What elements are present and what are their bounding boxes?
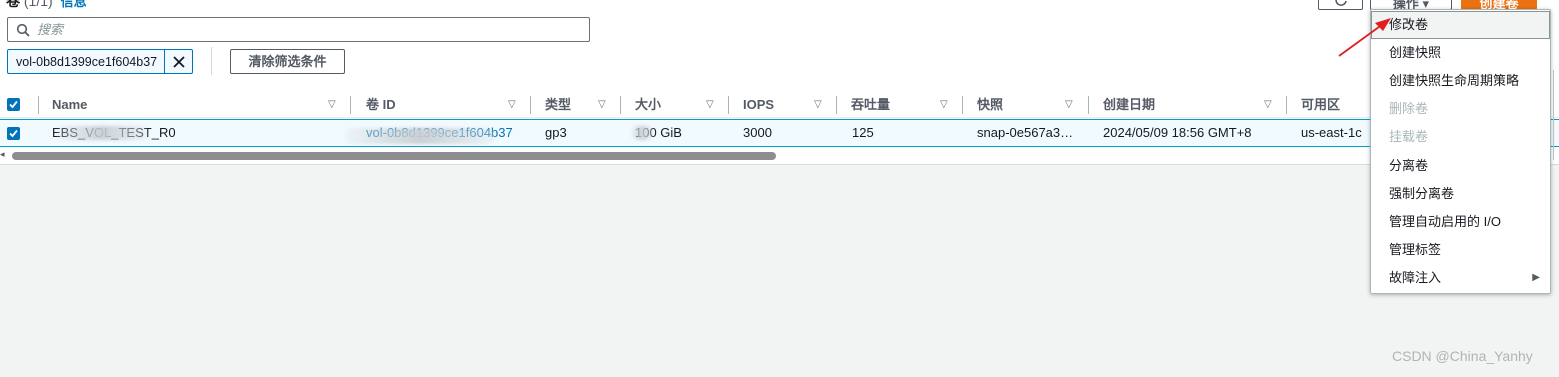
filter-divider	[211, 47, 212, 75]
column-separator	[1088, 96, 1089, 114]
sort-icon[interactable]: ▽	[1264, 92, 1272, 118]
column-separator	[350, 96, 351, 114]
filter-token-text: vol-0b8d1399ce1f604b37	[16, 54, 158, 69]
menu-item-label: 故障注入	[1389, 270, 1442, 285]
column-separator	[836, 96, 837, 114]
menu-item-create-snapshot-lifecycle-policy[interactable]: 创建快照生命周期策略	[1371, 67, 1550, 95]
table-header: Name ▽ 卷 ID ▽ 类型 ▽ 大小 ▽ IOPS ▽ 吞吐量 ▽ 快照 …	[0, 92, 1559, 118]
menu-item-attach-volume: 挂载卷	[1389, 129, 1429, 144]
sort-icon[interactable]: ▽	[940, 92, 948, 118]
refresh-icon	[1334, 0, 1347, 6]
menu-item-detach-volume[interactable]: 分离卷	[1371, 152, 1550, 180]
column-header-iops[interactable]: IOPS	[743, 92, 774, 118]
filter-token: vol-0b8d1399ce1f604b37	[7, 49, 193, 74]
column-header-throughput[interactable]: 吞吐量	[851, 92, 890, 118]
close-icon	[172, 55, 185, 68]
clear-filters-button[interactable]: 清除筛选条件	[230, 49, 345, 74]
info-link[interactable]: 信息	[61, 0, 87, 9]
horizontal-scrollbar[interactable]: ◂	[0, 149, 1559, 161]
table-row[interactable]: EBS_VOL_TEST_R0 vol-0b8d1399ce1f604b37 g…	[0, 119, 1559, 147]
search-input[interactable]	[37, 22, 577, 37]
title-text: 卷	[6, 0, 20, 9]
column-header-created[interactable]: 创建日期	[1103, 92, 1155, 118]
page-title: 卷 (1/1) 信息	[6, 0, 87, 11]
watermark-text: CSDN @China_Yanhy	[1392, 348, 1533, 364]
sort-icon[interactable]: ▽	[328, 92, 336, 118]
menu-item-force-detach-volume[interactable]: 强制分离卷	[1371, 180, 1550, 208]
column-separator	[530, 96, 531, 114]
caret-right-icon: ▶	[1532, 272, 1540, 283]
cell-snapshot[interactable]: snap-0e567a3…	[977, 120, 1073, 146]
volumes-panel: 卷 (1/1) 信息 操作 ▾ 创建卷 vol-0b8d1399ce1f604b…	[0, 0, 1559, 165]
column-header-volume-id[interactable]: 卷 ID	[366, 92, 396, 118]
menu-item-manage-auto-enabled-io[interactable]: 管理自动启用的 I/O	[1371, 208, 1550, 236]
redaction-mask	[56, 126, 148, 140]
cell-az: us-east-1c	[1301, 125, 1362, 140]
remove-filter-button[interactable]	[164, 50, 192, 73]
menu-item-fault-injection[interactable]: 故障注入 ▶	[1371, 264, 1550, 292]
sort-icon[interactable]: ▽	[508, 92, 516, 118]
column-header-snapshot[interactable]: 快照	[977, 92, 1003, 118]
select-all-checkbox[interactable]	[7, 98, 20, 111]
refresh-button[interactable]	[1318, 0, 1363, 10]
column-separator	[728, 96, 729, 114]
sort-icon[interactable]: ▽	[814, 92, 822, 118]
column-separator	[620, 96, 621, 114]
sort-icon[interactable]: ▽	[1065, 92, 1073, 118]
cell-type: gp3	[545, 125, 567, 140]
annotation-arrow-icon	[1338, 18, 1391, 57]
column-separator	[38, 96, 39, 114]
actions-dropdown-menu: 修改卷 创建快照 创建快照生命周期策略 删除卷 挂载卷 分离卷 强制分离卷 管理…	[1370, 9, 1551, 294]
scroll-left-icon[interactable]: ◂	[0, 149, 5, 160]
column-header-name[interactable]: Name	[52, 92, 87, 118]
redaction-mask	[631, 126, 653, 140]
vertical-scrollbar[interactable]	[1553, 70, 1554, 160]
search-field[interactable]	[7, 17, 590, 42]
redaction-mask	[345, 128, 495, 144]
check-icon	[9, 129, 18, 138]
column-header-size[interactable]: 大小	[635, 92, 661, 118]
menu-item-delete-volume: 删除卷	[1389, 101, 1429, 116]
sort-icon[interactable]: ▽	[706, 92, 714, 118]
menu-item-modify-volume[interactable]: 修改卷	[1371, 11, 1550, 39]
selection-count: (1/1)	[23, 0, 53, 9]
scrollbar-thumb[interactable]	[12, 152, 776, 160]
cell-created: 2024/05/09 18:56 GMT+8	[1103, 125, 1252, 140]
row-checkbox[interactable]	[7, 127, 20, 140]
check-icon	[9, 100, 18, 109]
cell-throughput: 125	[852, 125, 874, 140]
sort-icon[interactable]: ▽	[598, 92, 606, 118]
search-icon	[16, 23, 30, 37]
column-separator	[1286, 96, 1287, 114]
cell-iops: 3000	[743, 125, 772, 140]
column-separator	[962, 96, 963, 114]
menu-item-create-snapshot[interactable]: 创建快照	[1371, 39, 1550, 67]
column-header-az[interactable]: 可用区	[1301, 92, 1340, 118]
column-header-type[interactable]: 类型	[545, 92, 571, 118]
menu-item-manage-tags[interactable]: 管理标签	[1371, 236, 1550, 264]
